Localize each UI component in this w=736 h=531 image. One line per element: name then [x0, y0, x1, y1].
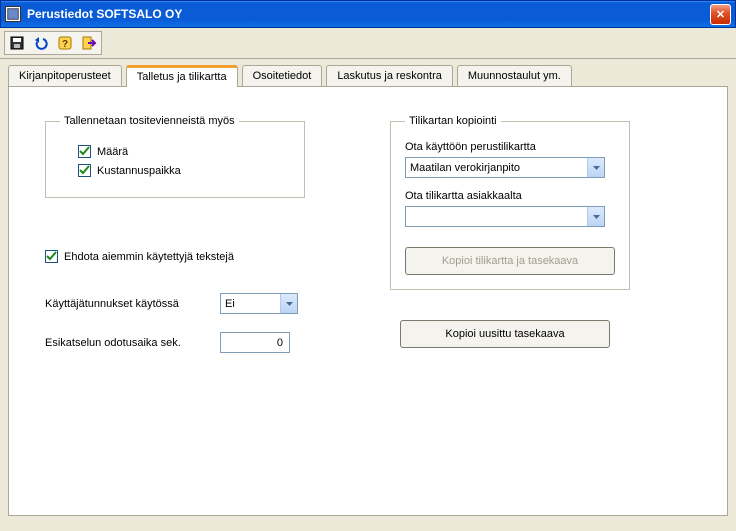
checkbox-maara-label: Määrä [97, 146, 128, 158]
kopioi-uusittu-button[interactable]: Kopioi uusittu tasekaava [400, 320, 610, 348]
checkbox-kustannuspaikka[interactable] [78, 164, 91, 177]
tab-muunnostaulut[interactable]: Muunnostaulut ym. [457, 65, 572, 86]
checkmark-icon [79, 146, 90, 157]
save-button[interactable] [5, 32, 29, 54]
tab-strip: Kirjanpitoperusteet Talletus ja tilikart… [0, 59, 736, 86]
chevron-down-icon [280, 294, 297, 313]
checkbox-ehdota-label: Ehdota aiemmin käytettyjä tekstejä [64, 251, 234, 263]
checkbox-kustannuspaikka-label: Kustannuspaikka [97, 165, 181, 177]
group-tilikartan-kopiointi: Tilikartan kopiointi Ota käyttöön perust… [390, 115, 630, 290]
undo-icon [33, 35, 49, 51]
tab-laskutus-ja-reskontra[interactable]: Laskutus ja reskontra [326, 65, 453, 86]
group-tilikartan-kopiointi-legend: Tilikartan kopiointi [405, 115, 501, 127]
kopioi-uusittu-label: Kopioi uusittu tasekaava [445, 328, 564, 340]
group-tallennetaan: Tallennetaan tositevienneistä myös Määrä… [45, 115, 305, 198]
esikatselu-label: Esikatselun odotusaika sek. [45, 337, 210, 349]
close-button[interactable]: ✕ [710, 4, 731, 25]
left-column: Tallennetaan tositevienneistä myös Määrä… [45, 115, 390, 487]
undo-button[interactable] [29, 32, 53, 54]
checkbox-maara[interactable] [78, 145, 91, 158]
ota-perustilikartta-select[interactable]: Maatilan verokirjanpito [405, 157, 605, 178]
checkbox-row-kustannuspaikka: Kustannuspaikka [78, 164, 290, 177]
exit-icon [81, 35, 97, 51]
help-icon: ? [57, 35, 73, 51]
esikatselu-input[interactable] [225, 336, 285, 350]
toolbar: ? [0, 28, 736, 59]
group-tallennetaan-legend: Tallennetaan tositevienneistä myös [60, 115, 239, 127]
kayttajatunnukset-value: Ei [225, 298, 235, 310]
kayttajatunnukset-select[interactable]: Ei [220, 293, 298, 314]
right-column: Tilikartan kopiointi Ota käyttöön perust… [390, 115, 691, 487]
app-icon [5, 6, 21, 22]
close-icon: ✕ [716, 8, 725, 21]
tab-osoitetiedot[interactable]: Osoitetiedot [242, 65, 323, 86]
chevron-down-icon [587, 158, 604, 177]
ota-asiakkaalta-label: Ota tilikartta asiakkaalta [405, 190, 615, 202]
window-title: Perustiedot SOFTSALO OY [27, 7, 710, 21]
svg-text:?: ? [62, 39, 68, 50]
kopioi-tilikartta-button[interactable]: Kopioi tilikartta ja tasekaava [405, 247, 615, 275]
help-button[interactable]: ? [53, 32, 77, 54]
chevron-down-icon [587, 207, 604, 226]
checkmark-icon [79, 165, 90, 176]
field-kayttajatunnukset: Käyttäjätunnukset käytössä Ei [45, 293, 390, 314]
exit-button[interactable] [77, 32, 101, 54]
checkmark-icon [46, 251, 57, 262]
tab-talletus-ja-tilikartta[interactable]: Talletus ja tilikartta [126, 65, 238, 87]
kopioi-tilikartta-label: Kopioi tilikartta ja tasekaava [442, 255, 578, 267]
checkbox-row-maara: Määrä [78, 145, 290, 158]
ota-perustilikartta-label: Ota käyttöön perustilikartta [405, 141, 615, 153]
save-icon [9, 35, 25, 51]
checkbox-row-ehdota: Ehdota aiemmin käytettyjä tekstejä [45, 250, 390, 263]
window-titlebar: Perustiedot SOFTSALO OY ✕ [0, 0, 736, 28]
checkbox-ehdota[interactable] [45, 250, 58, 263]
tab-kirjanpitoperusteet[interactable]: Kirjanpitoperusteet [8, 65, 122, 86]
tab-panel-talletus: Tallennetaan tositevienneistä myös Määrä… [8, 86, 728, 516]
ota-perustilikartta-value: Maatilan verokirjanpito [410, 162, 520, 174]
esikatselu-input-wrap [220, 332, 290, 353]
kayttajatunnukset-label: Käyttäjätunnukset käytössä [45, 298, 210, 310]
ota-asiakkaalta-select[interactable] [405, 206, 605, 227]
toolbar-group: ? [4, 31, 102, 55]
field-esikatselu: Esikatselun odotusaika sek. [45, 332, 390, 353]
